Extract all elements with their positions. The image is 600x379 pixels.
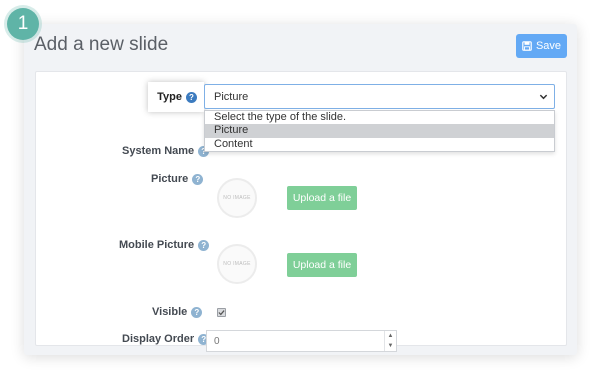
display-order-label: Display Order bbox=[122, 333, 195, 345]
help-icon[interactable]: ? bbox=[191, 306, 203, 318]
type-select[interactable]: Picture bbox=[204, 84, 555, 109]
save-button[interactable]: Save bbox=[516, 34, 567, 58]
type-option[interactable]: Content bbox=[205, 138, 554, 151]
add-slide-card: Add a new slide Save Type ? Picture Sele… bbox=[24, 24, 577, 355]
help-icon[interactable]: ? bbox=[186, 91, 197, 103]
type-dropdown-list: Select the type of the slide. Picture Co… bbox=[204, 110, 555, 152]
type-label: Type bbox=[157, 91, 182, 103]
spinner: ▲ ▼ bbox=[384, 331, 396, 351]
mobile-picture-label-row: Mobile Picture ? bbox=[119, 239, 210, 251]
save-icon bbox=[522, 41, 532, 51]
display-order-label-row: Display Order ? bbox=[122, 333, 210, 345]
mobile-picture-upload-button[interactable]: Upload a file bbox=[287, 253, 357, 277]
picture-upload-button[interactable]: Upload a file bbox=[287, 186, 357, 210]
no-image-text: NO IMAGE bbox=[223, 195, 251, 201]
help-icon[interactable]: ? bbox=[198, 239, 210, 251]
mobile-picture-label: Mobile Picture bbox=[119, 239, 195, 251]
visible-label-row: Visible ? bbox=[152, 306, 203, 318]
form-panel: Type ? Picture Select the type of the sl… bbox=[35, 71, 567, 352]
display-order-input[interactable]: 0 ▲ ▼ bbox=[206, 330, 397, 352]
step-badge: 1 bbox=[7, 8, 39, 40]
visible-label: Visible bbox=[152, 306, 188, 318]
page-title: Add a new slide bbox=[34, 34, 169, 55]
type-option[interactable]: Select the type of the slide. bbox=[205, 111, 554, 124]
upload-label: Upload a file bbox=[292, 192, 352, 204]
visible-checkbox[interactable] bbox=[217, 308, 226, 317]
system-name-label-row: System Name ? bbox=[122, 145, 210, 157]
type-select-value: Picture bbox=[214, 90, 249, 103]
system-name-label: System Name bbox=[122, 145, 195, 157]
type-option-selected[interactable]: Picture bbox=[205, 124, 554, 138]
save-button-label: Save bbox=[535, 40, 562, 52]
upload-label: Upload a file bbox=[292, 259, 352, 271]
no-image-text: NO IMAGE bbox=[223, 261, 251, 267]
picture-label-row: Picture ? bbox=[151, 173, 204, 185]
picture-label: Picture bbox=[151, 173, 189, 185]
chevron-down-icon bbox=[539, 94, 548, 100]
spin-up-icon[interactable]: ▲ bbox=[385, 331, 396, 341]
type-label-highlight: Type ? bbox=[148, 82, 204, 112]
check-icon bbox=[218, 310, 225, 316]
spin-down-icon[interactable]: ▼ bbox=[385, 341, 396, 351]
no-image-icon: NO IMAGE bbox=[217, 244, 257, 284]
help-icon[interactable]: ? bbox=[192, 173, 204, 185]
display-order-value: 0 bbox=[214, 335, 220, 347]
no-image-icon: NO IMAGE bbox=[217, 178, 257, 218]
